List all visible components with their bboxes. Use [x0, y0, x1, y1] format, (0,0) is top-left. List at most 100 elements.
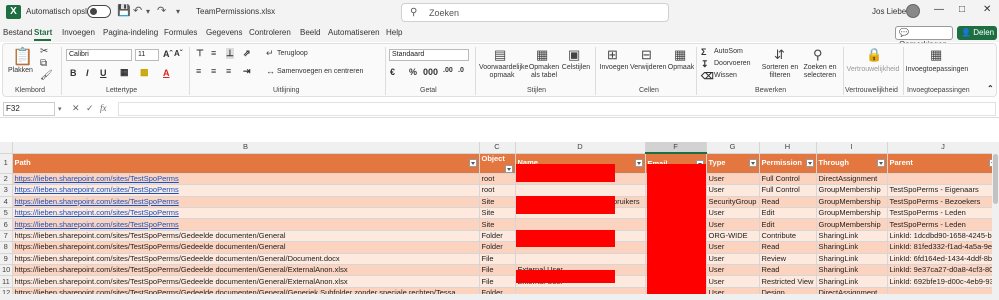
insert-function-icon[interactable]: fx: [100, 103, 107, 113]
cell-object[interactable]: root: [479, 184, 516, 197]
borders-icon[interactable]: ▦: [120, 67, 129, 78]
avatar[interactable]: [906, 4, 920, 18]
conditional-formatting-button[interactable]: Voorwaardelijke opmaak: [479, 64, 528, 80]
row-number[interactable]: 2: [0, 173, 13, 186]
row-number[interactable]: 4: [0, 196, 13, 209]
cell-object[interactable]: File: [479, 253, 516, 266]
cell-object[interactable]: Site: [479, 218, 516, 231]
table-header-cell[interactable]: Permission: [759, 153, 817, 174]
tab-start[interactable]: Start: [34, 28, 52, 37]
align-top-icon[interactable]: ⊤: [196, 48, 204, 59]
cell-object[interactable]: Folder: [479, 230, 516, 243]
filter-dropdown-icon[interactable]: [468, 159, 477, 168]
cell-type[interactable]: User: [706, 218, 760, 231]
cell-path[interactable]: https://lieben.sharepoint.com/sites/Test…: [12, 218, 480, 231]
decrease-decimal-icon[interactable]: .0: [458, 67, 464, 74]
hyperlink[interactable]: https://lieben.sharepoint.com/sites/Test…: [15, 220, 179, 229]
cell-object[interactable]: Folder: [479, 287, 516, 294]
font-size-select[interactable]: 11: [135, 49, 159, 61]
cell-type[interactable]: User: [706, 184, 760, 197]
cell-through[interactable]: GroupMembership: [816, 207, 888, 220]
cell-type[interactable]: User: [706, 253, 760, 266]
increase-decimal-icon[interactable]: .00: [443, 67, 453, 74]
cell-parent[interactable]: TestSpoPerms - Bezoekers: [887, 196, 999, 209]
number-format-select[interactable]: Standaard: [389, 49, 469, 61]
filter-dropdown-icon[interactable]: [876, 159, 885, 168]
share-button[interactable]: 👤 Delen: [957, 26, 997, 40]
wrap-text-icon[interactable]: ↵: [266, 48, 274, 59]
cell-path[interactable]: https://lieben.sharepoint.com/sites/Test…: [12, 207, 480, 220]
cell-through[interactable]: GroupMembership: [816, 184, 888, 197]
cell-parent[interactable]: LinkId: 6fd164ed-1434-4ddf-8b: [887, 253, 999, 266]
align-bottom-icon[interactable]: ⊥: [226, 48, 234, 59]
table-header-cell[interactable]: Through: [816, 153, 888, 174]
cell-through[interactable]: DirectAssignment: [816, 173, 888, 186]
table-header-cell[interactable]: Object: [479, 153, 516, 174]
copy-icon[interactable]: ⧉: [40, 58, 47, 69]
tab-controleren[interactable]: Controleren: [249, 28, 291, 37]
cancel-entry-icon[interactable]: ✕: [72, 103, 80, 114]
grow-font-icon[interactable]: Aˆ: [163, 49, 173, 59]
row-number[interactable]: 12: [0, 287, 13, 294]
cell-path[interactable]: https://lieben.sharepoint.com/sites/Test…: [12, 275, 480, 288]
hyperlink[interactable]: https://lieben.sharepoint.com/sites/Test…: [15, 197, 179, 206]
comments-button[interactable]: 💬 Opmerkingen: [895, 26, 953, 49]
cell-parent[interactable]: LinkId: 1dcdbd90-1658-4245-b: [887, 230, 999, 243]
vertical-scrollbar[interactable]: [992, 142, 999, 294]
format-cells-button[interactable]: Opmaak: [667, 64, 695, 72]
cell-path[interactable]: https://lieben.sharepoint.com/sites/Test…: [12, 230, 480, 243]
row-number[interactable]: 9: [0, 253, 13, 266]
cell-permission[interactable]: Read: [759, 196, 817, 209]
cell-object[interactable]: Folder: [479, 241, 516, 254]
wrap-text-button[interactable]: Terugloop: [277, 50, 308, 58]
cell-name[interactable]: [515, 287, 646, 294]
cell-parent[interactable]: LinkId: 81fed332-f1ad-4a5a-9e: [887, 241, 999, 254]
tab-pagina-indeling[interactable]: Pagina-indeling: [103, 28, 158, 37]
column-header[interactable]: J: [887, 142, 999, 154]
merge-icon[interactable]: ↔: [266, 66, 275, 76]
addins-button[interactable]: Invoegtoepassingen: [905, 66, 969, 74]
tab-bestand[interactable]: Bestand: [3, 28, 32, 37]
cell-styles-button[interactable]: Celstijlen: [561, 64, 591, 72]
accounting-format-icon[interactable]: €: [390, 67, 395, 77]
select-all-corner[interactable]: [0, 142, 13, 154]
undo-dropdown-icon[interactable]: ▾: [146, 7, 150, 16]
filter-dropdown-icon[interactable]: [634, 159, 643, 168]
cell-permission[interactable]: Contribute: [759, 230, 817, 243]
delete-cells-button[interactable]: Verwijderen: [630, 64, 667, 72]
tab-help[interactable]: Help: [386, 28, 402, 37]
row-number[interactable]: 7: [0, 230, 13, 243]
font-color-icon[interactable]: A: [163, 68, 170, 78]
tab-automatiseren[interactable]: Automatiseren: [328, 28, 380, 37]
filter-dropdown-icon[interactable]: [805, 159, 814, 168]
cell-name[interactable]: [515, 253, 646, 266]
italic-icon[interactable]: I: [86, 68, 89, 78]
insert-cells-button[interactable]: Invoegen: [599, 64, 629, 72]
shrink-font-icon[interactable]: Aˇ: [174, 49, 182, 58]
column-header[interactable]: H: [759, 142, 817, 154]
cell-type[interactable]: User: [706, 207, 760, 220]
cell-path[interactable]: https://lieben.sharepoint.com/sites/Test…: [12, 196, 480, 209]
cell-permission[interactable]: Read: [759, 241, 817, 254]
hyperlink[interactable]: https://lieben.sharepoint.com/sites/Test…: [15, 208, 179, 217]
cell-permission[interactable]: Edit: [759, 207, 817, 220]
cell-object[interactable]: Site: [479, 207, 516, 220]
cell-parent[interactable]: TestSpoPerms - Eigenaars: [887, 184, 999, 197]
paste-icon[interactable]: 📋: [12, 47, 33, 67]
cell-object[interactable]: Site: [479, 196, 516, 209]
find-select-button[interactable]: Zoeken en selecteren: [801, 64, 839, 80]
save-icon[interactable]: 💾: [117, 4, 131, 17]
cell-type[interactable]: User: [706, 241, 760, 254]
fill-button[interactable]: Doorvoeren: [714, 60, 751, 68]
cell-through[interactable]: SharingLink: [816, 275, 888, 288]
cell-type[interactable]: ORG-WIDE: [706, 230, 760, 243]
sort-filter-button[interactable]: Sorteren en filteren: [761, 64, 799, 80]
align-center-icon[interactable]: ≡: [211, 66, 216, 76]
orientation-icon[interactable]: ⇗: [243, 48, 251, 59]
row-number[interactable]: 5: [0, 207, 13, 220]
cell-through[interactable]: SharingLink: [816, 253, 888, 266]
cell-type[interactable]: User: [706, 264, 760, 277]
column-header[interactable]: D: [515, 142, 646, 154]
column-header[interactable]: G: [706, 142, 760, 154]
row-number[interactable]: 8: [0, 241, 13, 254]
